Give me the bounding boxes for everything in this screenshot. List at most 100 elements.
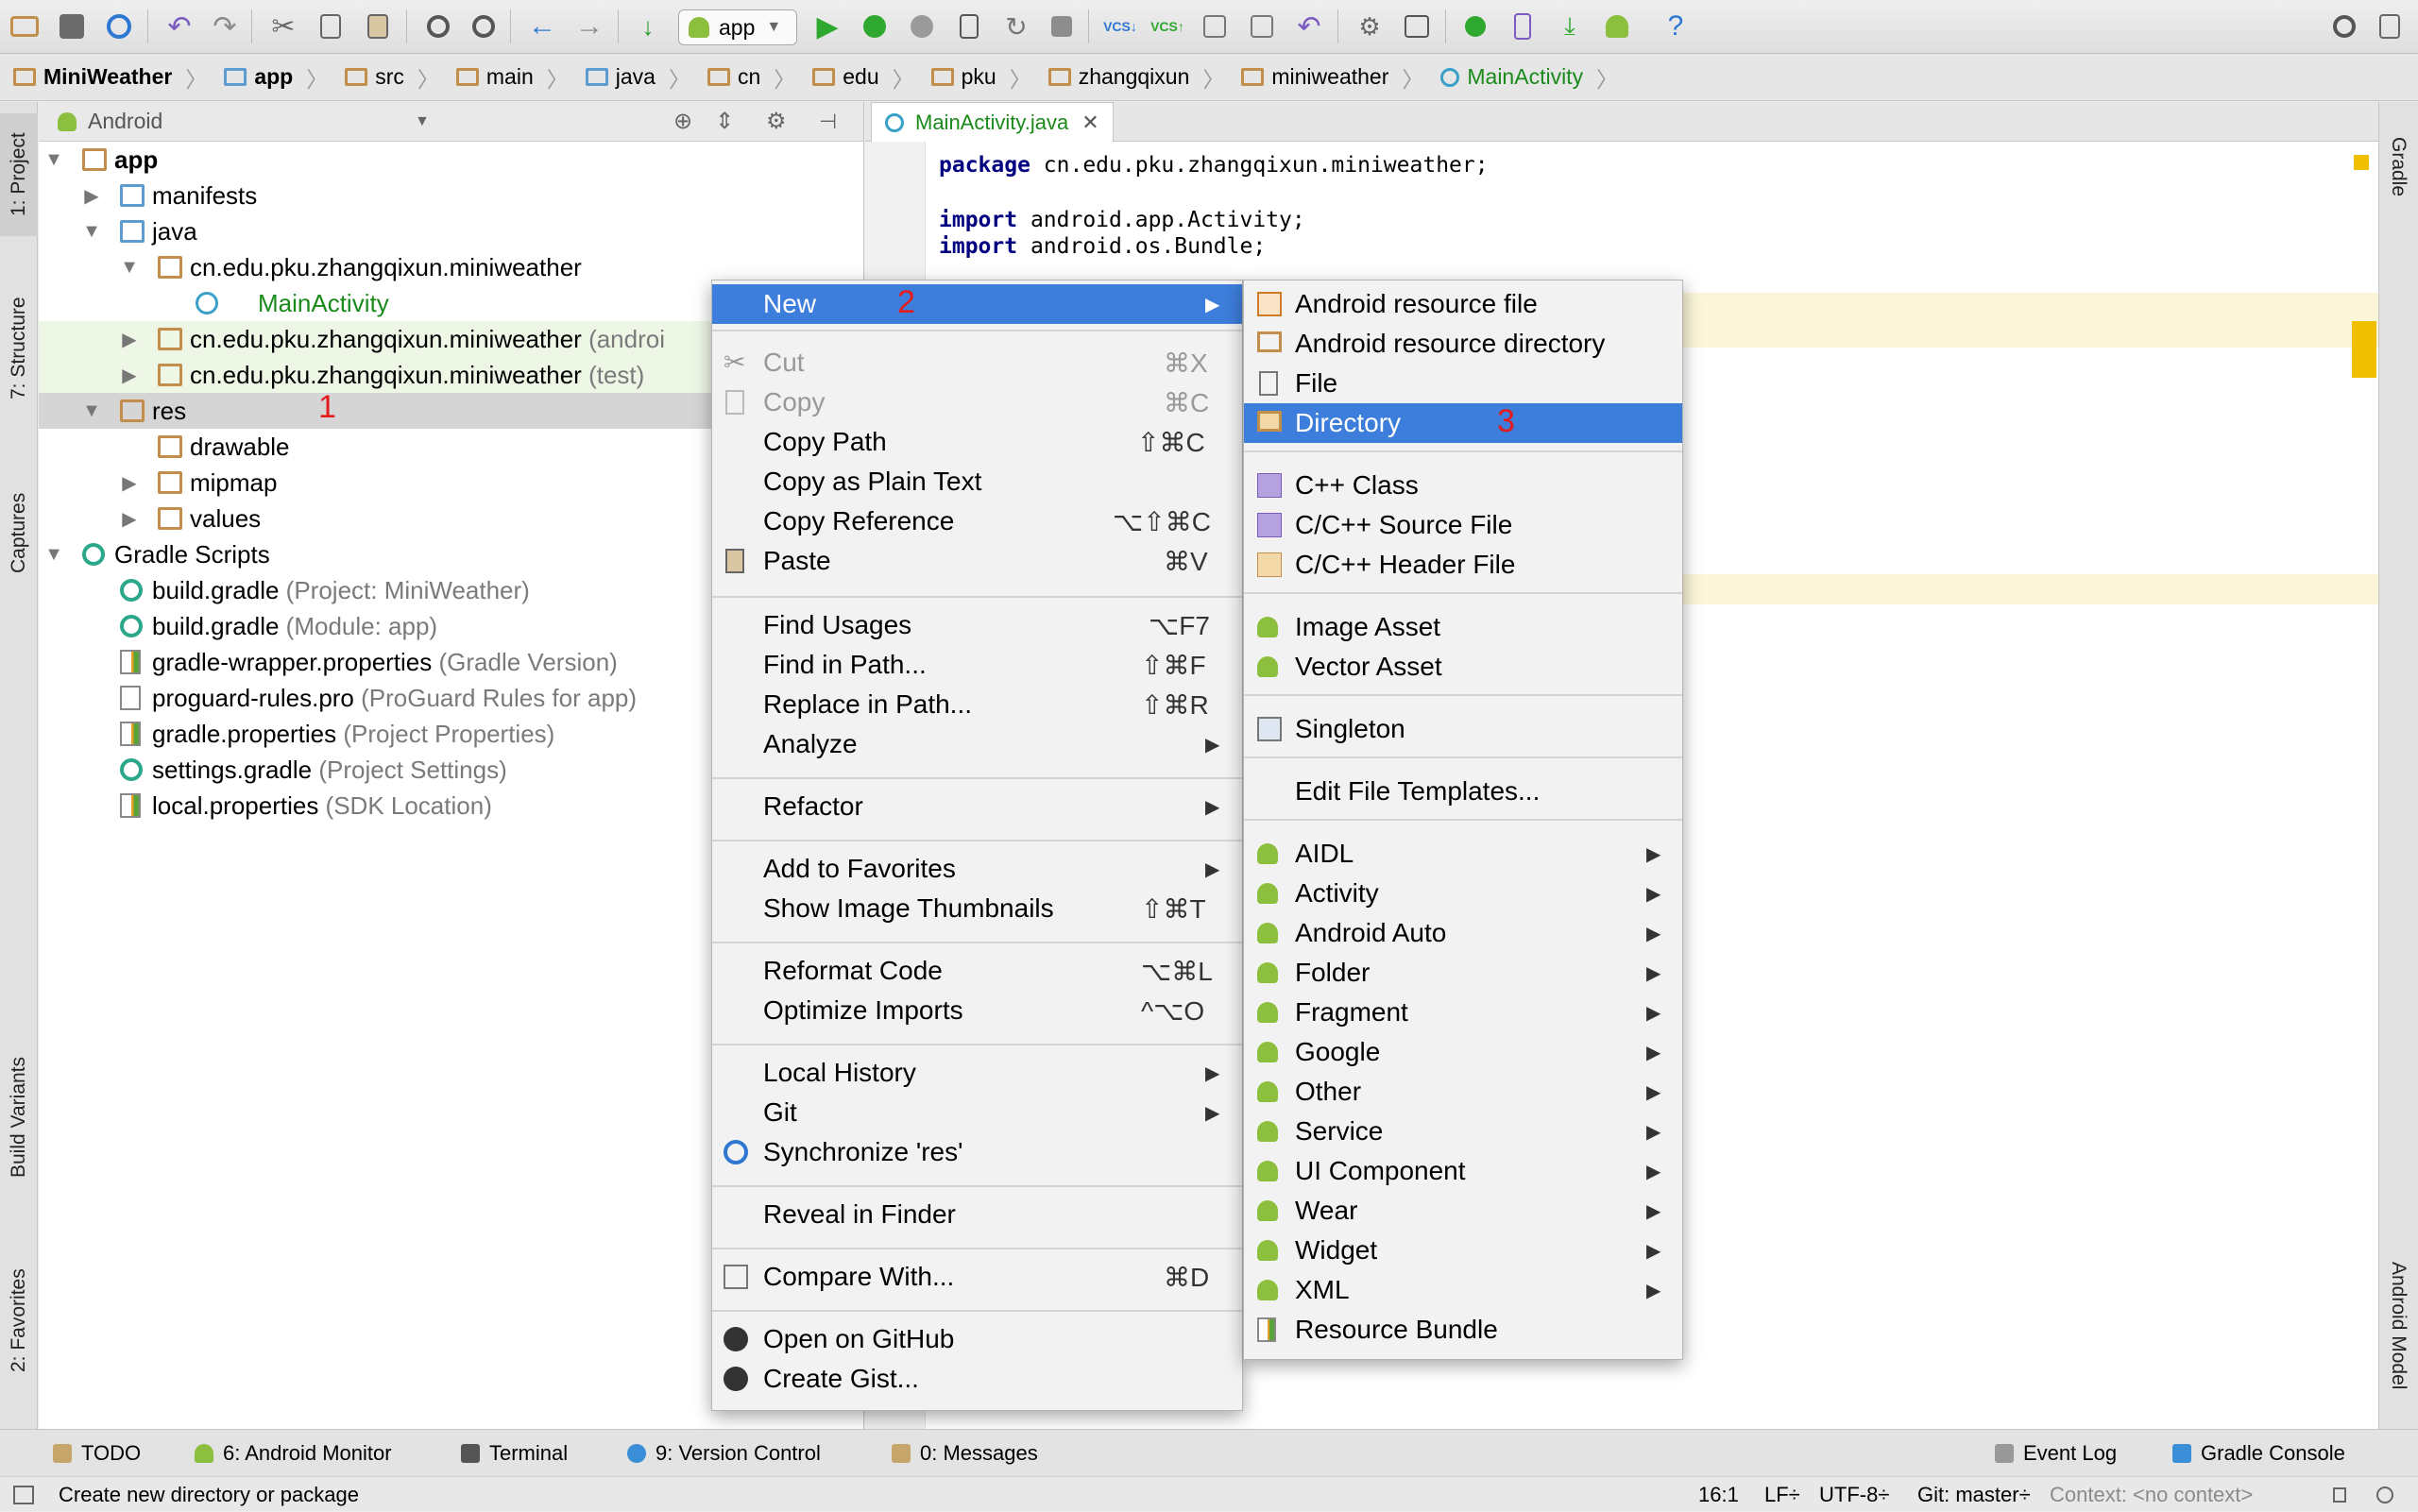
stop-icon[interactable] — [1043, 8, 1081, 45]
inspection-status-icon[interactable] — [2354, 155, 2369, 170]
tool-tab-version-control[interactable]: 9: Version Control — [627, 1430, 821, 1477]
tool-tab-messages[interactable]: 0: Messages — [892, 1430, 1038, 1477]
submenu-item-cpp-class[interactable]: C++ Class — [1244, 466, 1682, 505]
vcs-commit-icon[interactable]: VCS↑ — [1149, 8, 1186, 45]
hide-panel-icon[interactable]: ⊣ — [819, 110, 837, 134]
collapse-all-icon[interactable]: ⇕ — [715, 108, 734, 135]
chevron-down-icon[interactable]: ▼ — [415, 113, 430, 130]
menu-item-reveal-in-finder[interactable]: Reveal in Finder — [712, 1195, 1242, 1234]
make-icon[interactable]: ↓ — [629, 8, 667, 45]
help-icon[interactable]: ? — [1657, 8, 1694, 45]
save-icon[interactable] — [53, 8, 91, 45]
cut-icon[interactable]: ✂ — [264, 8, 302, 45]
toggle-tool-windows-icon[interactable] — [13, 1477, 34, 1512]
breadcrumb-item[interactable]: zhangqixun 〉 — [1047, 61, 1224, 93]
run-icon[interactable]: ▶ — [809, 8, 846, 45]
breadcrumb-item[interactable]: src 〉 — [345, 61, 439, 93]
menu-item-copy-path[interactable]: Copy Path ⇧⌘C — [712, 422, 1242, 462]
chevron-down-icon[interactable]: ▼ — [82, 221, 101, 243]
tool-tab-gradle[interactable]: Gradle — [2379, 115, 2417, 219]
tool-tab-favorites[interactable]: 2: Favorites — [0, 1254, 38, 1386]
chevron-down-icon[interactable]: ▼ — [120, 257, 139, 279]
tool-tab-android-monitor[interactable]: 6: Android Monitor — [195, 1430, 392, 1477]
breadcrumb-item[interactable]: pku 〉 — [930, 61, 1031, 93]
submenu-item-google[interactable]: Google ▶ — [1244, 1032, 1682, 1072]
replace-icon[interactable] — [465, 8, 502, 45]
vcs-update-icon[interactable]: VCS↓ — [1101, 8, 1139, 45]
vcs-branch[interactable]: Git: master÷ — [1917, 1477, 2031, 1512]
tool-tab-event-log[interactable]: Event Log — [1995, 1430, 2117, 1477]
tool-tab-captures[interactable]: Captures — [0, 476, 38, 589]
menu-item-reformat-code[interactable]: Reformat Code ⌥⌘L — [712, 951, 1242, 991]
submenu-item-singleton[interactable]: Singleton — [1244, 709, 1682, 749]
redo-icon[interactable]: ↷ — [206, 8, 244, 45]
tool-tab-terminal[interactable]: Terminal — [461, 1430, 568, 1477]
breadcrumb-item[interactable]: edu 〉 — [812, 61, 914, 93]
project-structure-icon[interactable]: ⚙ — [1351, 8, 1388, 45]
breadcrumb-item[interactable]: cn 〉 — [707, 61, 795, 93]
breadcrumb-item[interactable]: main 〉 — [455, 61, 569, 93]
submenu-item-ui-component[interactable]: UI Component ▶ — [1244, 1151, 1682, 1191]
sdk-download-icon[interactable]: ⤓ — [1551, 8, 1589, 45]
breadcrumb-item[interactable]: MainActivity 〉 — [1440, 61, 1618, 93]
menu-item-show-image-thumbnails[interactable]: Show Image Thumbnails ⇧⌘T — [712, 889, 1242, 928]
menu-item-find-in-path[interactable]: Find in Path... ⇧⌘F — [712, 645, 1242, 685]
menu-item-optimize-imports[interactable]: Optimize Imports ^⌥O — [712, 991, 1242, 1030]
submenu-item-activity[interactable]: Activity ▶ — [1244, 874, 1682, 913]
menu-item-open-on-github[interactable]: Open on GitHub — [712, 1319, 1242, 1359]
inspector-icon[interactable] — [2376, 1477, 2393, 1512]
submenu-item-android-resource-file[interactable]: Android resource file — [1244, 284, 1682, 324]
breadcrumb-item[interactable]: miniweather 〉 — [1241, 61, 1423, 93]
menu-item-git[interactable]: Git ▶ — [712, 1093, 1242, 1132]
android-device-monitor-icon[interactable] — [1598, 8, 1636, 45]
tree-item-manifests[interactable]: ▶ manifests — [39, 178, 864, 213]
submenu-item-android-resource-directory[interactable]: Android resource directory — [1244, 324, 1682, 364]
menu-item-paste[interactable]: Paste ⌘V — [712, 541, 1242, 581]
undo-icon[interactable]: ↶ — [161, 8, 198, 45]
sdk-manager-icon[interactable] — [1398, 8, 1436, 45]
tool-tab-structure[interactable]: 7: Structure — [0, 278, 38, 419]
tool-tab-gradle-console[interactable]: Gradle Console — [2172, 1430, 2345, 1477]
chevron-down-icon[interactable]: ▼ — [82, 400, 101, 422]
menu-item-replace-in-path[interactable]: Replace in Path... ⇧⌘R — [712, 685, 1242, 724]
chevron-right-icon[interactable]: ▶ — [120, 507, 139, 531]
submenu-item-widget[interactable]: Widget ▶ — [1244, 1231, 1682, 1270]
copy-icon[interactable] — [312, 8, 349, 45]
vcs-history-icon[interactable] — [1243, 8, 1281, 45]
submenu-item-image-asset[interactable]: Image Asset — [1244, 607, 1682, 647]
menu-item-copy-plain-text[interactable]: Copy as Plain Text — [712, 462, 1242, 501]
menu-item-refactor[interactable]: Refactor ▶ — [712, 787, 1242, 826]
menu-item-create-gist[interactable]: Create Gist... — [712, 1359, 1242, 1399]
submenu-item-resource-bundle[interactable]: Resource Bundle — [1244, 1310, 1682, 1350]
forward-icon[interactable]: → — [570, 8, 608, 45]
submenu-item-vector-asset[interactable]: Vector Asset — [1244, 647, 1682, 687]
menu-item-copy[interactable]: Copy ⌘C — [712, 382, 1242, 422]
scroll-from-source-icon[interactable]: ⊕ — [673, 108, 692, 135]
sync-gradle-icon[interactable] — [1456, 8, 1494, 45]
tool-tab-todo[interactable]: TODO — [53, 1430, 141, 1477]
tree-item-java[interactable]: ▼ java — [39, 213, 864, 249]
attach-icon[interactable] — [903, 8, 941, 45]
line-separator[interactable]: LF÷ — [1764, 1477, 1800, 1512]
tool-tab-project[interactable]: 1: Project — [0, 113, 38, 236]
menu-item-add-to-favorites[interactable]: Add to Favorites ▶ — [712, 849, 1242, 889]
debug-icon[interactable] — [856, 8, 894, 45]
avd-manager-icon[interactable] — [1504, 8, 1541, 45]
menu-item-analyze[interactable]: Analyze ▶ — [712, 724, 1242, 764]
submenu-item-aidl[interactable]: AIDL ▶ — [1244, 834, 1682, 874]
menu-item-synchronize[interactable]: Synchronize 'res' — [712, 1132, 1242, 1172]
chevron-down-icon[interactable]: ▼ — [44, 149, 63, 171]
submenu-item-directory[interactable]: Directory 3 — [1244, 403, 1682, 443]
menu-item-cut[interactable]: ✂ Cut ⌘X — [712, 343, 1242, 382]
vcs-revert-icon[interactable]: ↶ — [1290, 8, 1328, 45]
paste-icon[interactable] — [359, 8, 397, 45]
scrollbar-marker[interactable] — [2352, 321, 2376, 378]
submenu-item-wear[interactable]: Wear ▶ — [1244, 1191, 1682, 1231]
event-icon[interactable] — [2371, 8, 2409, 45]
editor-tab-mainactivity[interactable]: MainActivity.java ✕ — [871, 102, 1114, 142]
submenu-item-file[interactable]: File — [1244, 364, 1682, 403]
apply-changes-icon[interactable]: ↻ — [997, 8, 1035, 45]
submenu-item-service[interactable]: Service ▶ — [1244, 1112, 1682, 1151]
submenu-item-android-auto[interactable]: Android Auto ▶ — [1244, 913, 1682, 953]
project-view-selector[interactable]: Android — [88, 109, 162, 134]
